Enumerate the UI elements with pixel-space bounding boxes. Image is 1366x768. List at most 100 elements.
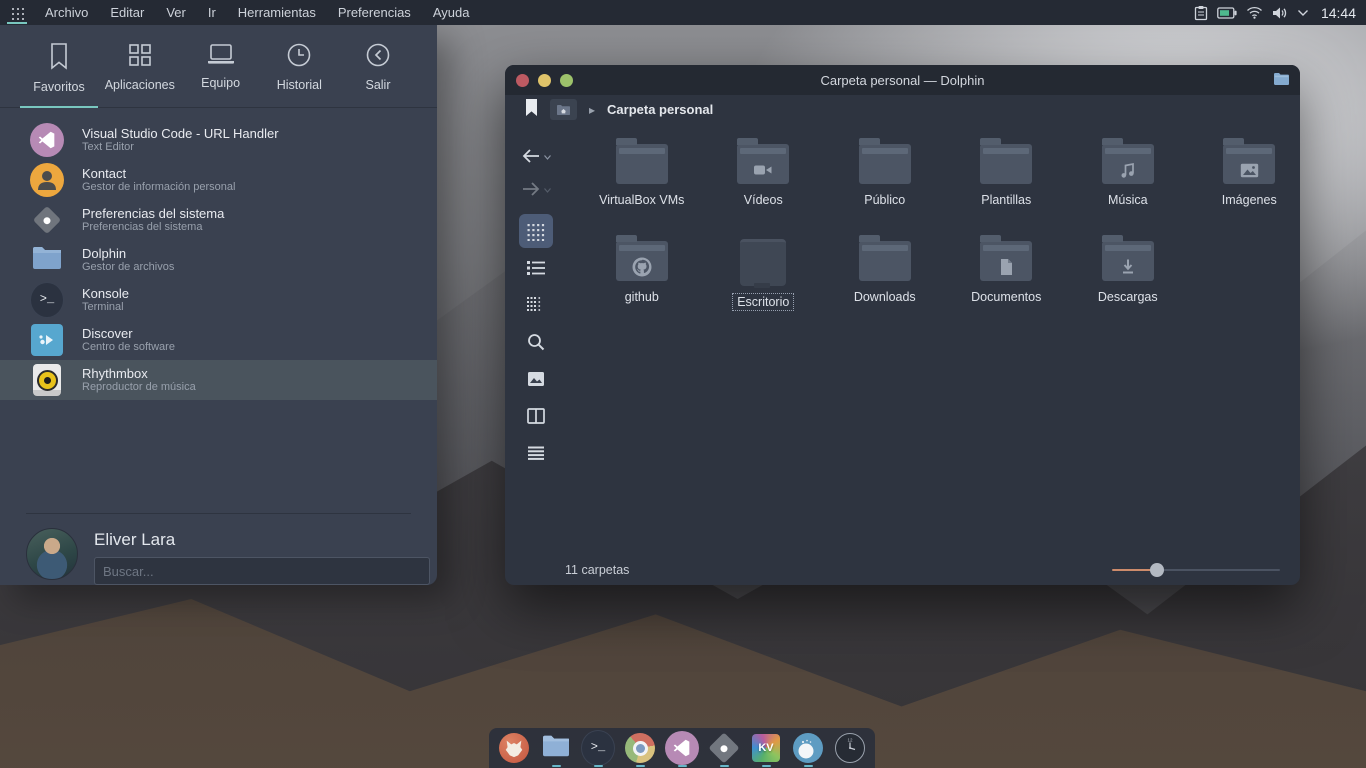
- folder-icon: [859, 144, 911, 184]
- folder-label: Imágenes: [1218, 192, 1281, 208]
- window-titlebar[interactable]: Carpeta personal — Dolphin: [505, 65, 1300, 95]
- wifi-icon[interactable]: [1246, 6, 1263, 19]
- clock-time[interactable]: 14:44: [1321, 5, 1356, 21]
- close-button[interactable]: [516, 74, 529, 87]
- menu-ayuda[interactable]: Ayuda: [424, 1, 479, 24]
- menu-ver[interactable]: Ver: [157, 1, 195, 24]
- folder-im-genes[interactable]: Imágenes: [1189, 132, 1311, 229]
- dock-item-clock[interactable]: 12: [833, 728, 867, 768]
- icons-view-button[interactable]: [519, 214, 553, 248]
- folder-p-blico[interactable]: Público: [824, 132, 946, 229]
- bookmark-icon[interactable]: [525, 99, 538, 121]
- app-item-preferencias-del-sistema[interactable]: Preferencias del sistema Preferencias de…: [0, 200, 437, 240]
- preview-button[interactable]: [519, 362, 553, 396]
- search-button[interactable]: [519, 325, 553, 359]
- folder-label: Downloads: [850, 289, 920, 305]
- folder-label: Escritorio: [733, 294, 793, 310]
- dock-item-files[interactable]: [539, 728, 573, 768]
- app-subtitle: Preferencias del sistema: [82, 221, 224, 234]
- volume-icon[interactable]: [1272, 6, 1288, 20]
- menu-herramientas[interactable]: Herramientas: [229, 1, 325, 24]
- location-bar: ▸ Carpeta personal: [505, 95, 1300, 124]
- app-item-discover[interactable]: Discover Centro de software: [0, 320, 437, 360]
- desktop-folder-icon: [740, 239, 786, 286]
- forward-arrow-button: [519, 173, 553, 205]
- compact-view-button[interactable]: [519, 251, 553, 285]
- app-item-dolphin[interactable]: Dolphin Gestor de archivos: [0, 240, 437, 280]
- chevron-down-icon[interactable]: [1297, 9, 1309, 17]
- split-view-button[interactable]: [519, 399, 553, 433]
- folder-m-sica[interactable]: Música: [1067, 132, 1189, 229]
- app-item-konsole[interactable]: >_ Konsole Terminal: [0, 280, 437, 320]
- back-arrow-button[interactable]: [519, 140, 553, 172]
- menu-archivo[interactable]: Archivo: [36, 1, 97, 24]
- dock-item-settings[interactable]: [707, 728, 741, 768]
- minimize-button[interactable]: [538, 74, 551, 87]
- zoom-slider[interactable]: [1112, 563, 1280, 577]
- running-indicator: [594, 765, 603, 767]
- folder-v-deos[interactable]: Vídeos: [703, 132, 825, 229]
- folder-plantillas[interactable]: Plantillas: [946, 132, 1068, 229]
- tab-historial[interactable]: Historial: [266, 41, 332, 107]
- app-item-kontact[interactable]: Kontact Gestor de información personal: [0, 160, 437, 200]
- running-indicator: [762, 765, 771, 767]
- folder-icon: [1223, 144, 1275, 184]
- icons-view-icon: [526, 221, 546, 241]
- hamburger-menu-icon: [527, 446, 545, 460]
- dock-item-kvantum[interactable]: KV: [749, 728, 783, 768]
- launcher-tabs: Favoritos Aplicaciones Equipo Historial …: [0, 25, 437, 108]
- maximize-button[interactable]: [560, 74, 573, 87]
- tab-aplicaciones[interactable]: Aplicaciones: [105, 41, 175, 107]
- svg-text:12: 12: [847, 738, 853, 743]
- app-item-rhythmbox[interactable]: Rhythmbox Reproductor de música: [0, 360, 437, 400]
- system-settings-icon: [33, 206, 61, 234]
- slider-knob[interactable]: [1150, 563, 1164, 577]
- dock-item-night-color[interactable]: [791, 728, 825, 768]
- kvantum-icon: KV: [752, 734, 780, 762]
- dolphin-toolbar: [505, 124, 567, 555]
- tab-favoritos[interactable]: Favoritos: [26, 41, 92, 107]
- user-avatar[interactable]: [26, 528, 78, 580]
- menu-bar-items: ArchivoEditarVerIrHerramientasPreferenci…: [36, 1, 478, 24]
- breadcrumb-current[interactable]: Carpeta personal: [607, 102, 713, 117]
- running-indicator: [636, 765, 645, 767]
- clipboard-icon[interactable]: [1194, 5, 1208, 21]
- folder-label: Plantillas: [977, 192, 1035, 208]
- menu-editar[interactable]: Editar: [101, 1, 153, 24]
- folder-grid: VirtualBox VMsVídeosPúblico Plantillas Mús…: [581, 132, 1310, 326]
- active-indicator: [7, 22, 27, 24]
- app-launcher-button[interactable]: [0, 0, 34, 25]
- folder-github[interactable]: github: [581, 229, 703, 326]
- app-item-visual-studio-code-url-handler[interactable]: Visual Studio Code - URL Handler Text Ed…: [0, 120, 437, 160]
- system-tray: [1194, 5, 1309, 21]
- preview-icon: [527, 371, 545, 387]
- app-subtitle: Reproductor de música: [82, 381, 196, 394]
- dock-item-firefox[interactable]: [497, 728, 531, 768]
- menu-preferencias[interactable]: Preferencias: [329, 1, 420, 24]
- battery-icon[interactable]: [1217, 7, 1237, 19]
- tab-equipo[interactable]: Equipo: [188, 41, 254, 107]
- folder-icon: [859, 241, 911, 281]
- home-folder-button[interactable]: [550, 99, 577, 120]
- tab-salir[interactable]: Salir: [345, 41, 411, 107]
- dock-item-chrome[interactable]: [623, 728, 657, 768]
- dock-item-vscode[interactable]: [665, 728, 699, 768]
- vscode-icon: [665, 731, 699, 765]
- folder-icon: [1102, 144, 1154, 184]
- folder-documentos[interactable]: Documentos: [946, 229, 1068, 326]
- folder-escritorio[interactable]: Escritorio: [703, 229, 825, 326]
- menu-ir[interactable]: Ir: [199, 1, 225, 24]
- user-name: Eliver Lara: [94, 530, 430, 550]
- running-indicator: [552, 765, 561, 767]
- folder-virtualbox-vms[interactable]: VirtualBox VMs: [581, 132, 703, 229]
- firefox-icon: [499, 733, 529, 763]
- dock-item-konsole[interactable]: >_: [581, 728, 615, 768]
- dolphin-window: Carpeta personal — Dolphin ▸ Carpeta per…: [505, 65, 1300, 585]
- folder-descargas[interactable]: Descargas: [1067, 229, 1189, 326]
- hamburger-menu-button[interactable]: [519, 436, 553, 470]
- details-view-button[interactable]: [519, 288, 553, 322]
- folder-downloads[interactable]: Downloads: [824, 229, 946, 326]
- search-input[interactable]: [94, 557, 430, 585]
- app-subtitle: Gestor de archivos: [82, 261, 174, 274]
- folder-label: github: [621, 289, 663, 305]
